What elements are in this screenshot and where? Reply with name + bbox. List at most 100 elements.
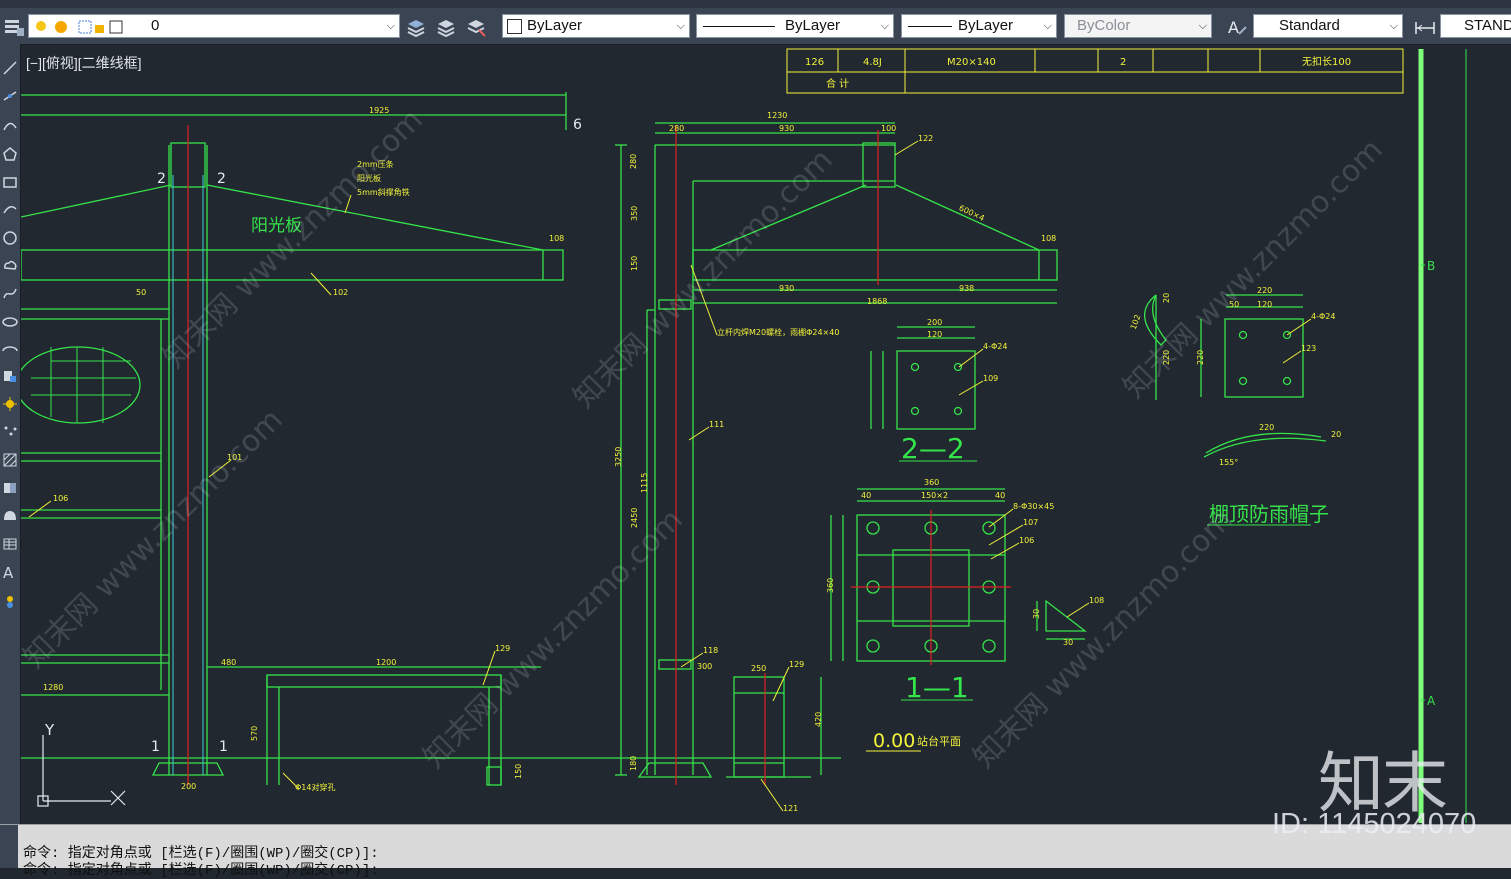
section-cut-label: 2 — [217, 171, 226, 187]
section-cut-label: 1 — [151, 739, 160, 755]
dim-text: 106 — [53, 494, 68, 503]
chevron-down-icon: ⌵ — [1389, 20, 1398, 32]
ellipse-arc-icon[interactable] — [2, 342, 18, 358]
section-title-1-1: 1—1 — [905, 671, 969, 704]
dim-text: 102 — [1129, 313, 1143, 330]
dim-text: 1115 — [640, 473, 649, 493]
dim-text: 220 — [1259, 423, 1274, 432]
dim-text: 280 — [669, 124, 684, 133]
spline-icon[interactable] — [2, 286, 18, 302]
dim-text: 360 — [924, 478, 939, 487]
dim-style-value: STAND — [1464, 17, 1511, 34]
dim-text: 111 — [709, 420, 724, 429]
dim-text: 120 — [1257, 300, 1272, 309]
arc-icon[interactable] — [2, 201, 18, 217]
revision-cloud-icon[interactable] — [2, 258, 18, 274]
make-current-layer-icon[interactable] — [405, 16, 427, 38]
chevron-down-icon: ⌵ — [676, 20, 685, 32]
note-text: 立杆内焊M20螺栓，雨棚Φ24×40 — [717, 327, 839, 337]
dim-text: 1200 — [376, 658, 396, 667]
dim-text: 120 — [927, 330, 942, 339]
color-value: ByLayer — [527, 17, 583, 34]
point-icon[interactable] — [2, 424, 18, 440]
layer-name: 0 — [151, 17, 160, 34]
multiline-text-icon[interactable]: A — [2, 564, 18, 580]
dim-text: 420 — [814, 712, 823, 727]
dim-text: 930 — [779, 284, 794, 293]
previous-layer-icon[interactable] — [465, 16, 487, 38]
grid-label-a: A — [1427, 694, 1436, 708]
color-dropdown[interactable]: ByLayer ⌵ — [502, 14, 690, 38]
dim-text: 30 — [1032, 609, 1041, 619]
chevron-down-icon: ⌵ — [1043, 20, 1052, 32]
table-icon[interactable] — [2, 536, 18, 552]
ellipse-icon[interactable] — [2, 314, 18, 330]
hatch-icon[interactable] — [2, 452, 18, 468]
ucs-y-label: Y — [44, 721, 55, 739]
dim-text: 360 — [826, 578, 835, 593]
construction-line-icon[interactable] — [2, 88, 18, 104]
command-history-line: 命令: 指定对角点或 [栏选(F)/圈围(WP)/圈交(CP)]: — [23, 863, 379, 879]
dim-style-icon[interactable] — [1414, 16, 1436, 38]
dim-text: 180 — [629, 756, 638, 771]
text-style-value: Standard — [1279, 17, 1340, 34]
table-cell: 4.8J — [863, 57, 882, 68]
dim-text: 150 — [514, 764, 523, 779]
dim-text: 4-Φ24 — [983, 342, 1007, 351]
dim-text: 1868 — [867, 297, 887, 306]
region-icon[interactable] — [2, 508, 18, 524]
polyline-icon[interactable] — [2, 118, 18, 134]
dim-text: 106 — [1019, 536, 1034, 545]
svg-text:A: A — [1228, 18, 1239, 37]
command-line-grip[interactable] — [0, 825, 18, 868]
insert-block-icon[interactable] — [2, 368, 18, 384]
dim-text: 109 — [983, 374, 998, 383]
dim-text: 350 — [630, 206, 639, 221]
title-strip — [0, 0, 1511, 8]
gradient-icon[interactable] — [2, 480, 18, 496]
section-cut-label: 2 — [157, 171, 166, 187]
dim-text: 121 — [783, 804, 798, 813]
make-block-icon[interactable] — [2, 396, 18, 412]
polygon-icon[interactable] — [2, 146, 18, 162]
line-icon[interactable] — [2, 60, 18, 76]
properties-toolbar: 0 ⌵ ByLayer ⌵ ByLayer ⌵ ByLayer ⌵ ByColo… — [0, 8, 1511, 45]
section-2-2 — [870, 326, 976, 430]
match-layer-icon[interactable] — [435, 16, 457, 38]
text-style-icon[interactable]: A — [1226, 16, 1248, 38]
dim-text: 4-Φ24 — [1311, 312, 1335, 321]
color-swatch — [507, 19, 522, 34]
dim-text: 150 — [630, 256, 639, 271]
linetype-dropdown[interactable]: ByLayer ⌵ — [696, 14, 894, 38]
dim-text: 930 — [779, 124, 794, 133]
dim-text: 150×2 — [921, 491, 948, 500]
circle-icon[interactable] — [2, 230, 18, 246]
dim-style-dropdown[interactable]: STAND — [1440, 14, 1511, 38]
layer-dropdown[interactable]: 0 ⌵ — [28, 14, 400, 38]
dim-text: 155° — [1219, 458, 1238, 467]
linetype-value: ByLayer — [785, 17, 841, 34]
text-style-dropdown[interactable]: Standard ⌵ — [1253, 14, 1403, 38]
lineweight-dropdown[interactable]: ByLayer ⌵ — [901, 14, 1057, 38]
dim-text: 129 — [789, 660, 804, 669]
table-cell: 2 — [1120, 57, 1126, 68]
dim-text: 280 — [629, 154, 638, 169]
dim-text: 40 — [995, 491, 1005, 500]
dim-text: 40 — [861, 491, 871, 500]
layer-properties-icon[interactable] — [3, 16, 25, 38]
section-cut-label: 1 — [219, 739, 228, 755]
dim-text: 3250 — [614, 447, 623, 467]
dim-text: 20 — [1162, 293, 1171, 303]
drawing-canvas[interactable]: [−][俯视][二维线框] 126 4.8J M20×140 2 无扣长100 … — [21, 45, 1511, 823]
table-cell: M20×140 — [947, 57, 996, 68]
section-title-2-2: 2—2 — [901, 432, 965, 465]
linetype-preview — [703, 26, 775, 27]
level-value: 0.00 — [873, 730, 915, 752]
dim-text: 8-Φ30×45 — [1013, 502, 1054, 511]
dim-text: 108 — [1041, 234, 1056, 243]
rectangle-icon[interactable] — [2, 174, 18, 190]
add-selected-icon[interactable] — [2, 594, 18, 610]
chevron-down-icon: ⌵ — [880, 20, 889, 32]
section-1-1 — [830, 488, 1006, 662]
dim-text: 300 — [697, 662, 712, 671]
